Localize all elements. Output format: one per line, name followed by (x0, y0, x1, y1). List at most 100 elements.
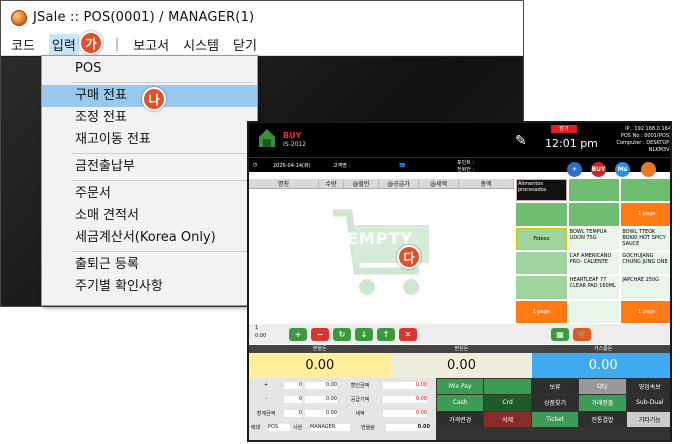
menu-divider (72, 180, 253, 181)
ms-button[interactable]: Ms (615, 162, 630, 177)
refresh-icon[interactable]: ↻ (333, 327, 351, 341)
menu-system[interactable]: 시스템 (183, 35, 219, 54)
price-change-button[interactable]: 가격변경 (437, 411, 484, 427)
product-search-button[interactable]: 상품찾기 (531, 395, 579, 411)
counter-value[interactable]: POS (268, 424, 290, 431)
receipt-button[interactable]: 가래장출 (579, 395, 626, 411)
combine-button[interactable]: 전통결합 (579, 411, 626, 427)
product-page-button[interactable]: 1 page (621, 300, 670, 323)
payment-inputs: + 0 0.00 할인금액 0.00 - 0 0.00 공급가액 0.00 할계… (249, 378, 436, 440)
staff-value[interactable]: MANAGER (310, 424, 350, 431)
move-down-icon[interactable]: ↓ (355, 327, 373, 341)
logo-buy-text: BUY (283, 131, 302, 140)
remove-item-button[interactable]: − (311, 327, 329, 341)
category-page-button[interactable]: 1 page (621, 203, 670, 226)
menu-item-cashbook[interactable]: 금전출납부 (42, 156, 257, 178)
product-heartleaf-pad[interactable]: HEARTLEAF 77 CLEAR PAD 160ML (568, 276, 620, 299)
amount-due: 받을돈 0.00 (249, 345, 391, 378)
qty-button[interactable]: Qty (579, 379, 626, 395)
hold-button[interactable]: 보류 (531, 379, 579, 395)
category-empty[interactable] (516, 203, 567, 226)
input-row: + 0 0.00 할인금액 0.00 (251, 382, 434, 389)
delete-button[interactable]: 삭제 (484, 411, 531, 427)
product-cafe-americano[interactable]: CAF AMERICANO PRO- CALIENTE (568, 252, 620, 275)
sub-dual-button[interactable]: Sub-Dual (626, 395, 670, 411)
menu-separator: | (114, 37, 120, 52)
footer-row: 매대 POS 사원 MANAGER 반올림 0.00 (251, 424, 434, 431)
menu-item-tax-invoice[interactable]: 세금계산서(Korea Only) (42, 227, 257, 249)
pen-icon[interactable]: ✎ (515, 133, 531, 149)
product-bowl-tteokbokki[interactable]: BOWL TTEOK BOKKI HOT SPICY SAUCE (621, 227, 670, 250)
category-empty[interactable] (568, 179, 620, 202)
row-qty[interactable]: 0 (284, 396, 302, 403)
menu-report[interactable]: 보고서 (133, 35, 169, 54)
calculator-icon[interactable]: ▦ (551, 327, 569, 341)
counter-label: 매대 (251, 425, 261, 431)
menu-item-periodic-checklist[interactable]: 주기별 확인사항 (42, 276, 257, 298)
qty-field[interactable]: 1 (255, 325, 258, 331)
row-amount[interactable]: 0.00 (305, 382, 337, 389)
product-grid: Alimentos procesados 1 page Fideos BOWL … (516, 179, 670, 323)
menu-code[interactable]: 코드 (11, 35, 35, 54)
add-button[interactable]: + (567, 162, 582, 177)
mix-pay-button[interactable]: Mix Pay (437, 379, 484, 395)
product-bowl-tempura-udon[interactable]: BOWL TEMPUA UDON 75G (568, 227, 620, 250)
product-empty[interactable] (568, 300, 620, 323)
rounding-label: 반올림 (361, 425, 375, 431)
product-japchae[interactable]: JAPCHAE 250G (621, 276, 670, 299)
settings-gear-icon[interactable] (641, 162, 656, 177)
change-label: 거스름돈 (532, 345, 670, 353)
col-name: 명칭 (249, 179, 319, 188)
delete-icon[interactable]: ✕ (399, 327, 417, 341)
change-value: 0.00 (588, 358, 618, 373)
ticket-button[interactable]: Ticket (531, 411, 579, 427)
menu-item-stock-transfer-slip[interactable]: 재고이동 전표 (42, 129, 257, 151)
row-qty[interactable]: 0 (284, 410, 302, 417)
category-empty[interactable] (568, 203, 620, 226)
category-empty[interactable] (621, 179, 670, 202)
item-table-empty: EMPTY 다 (249, 189, 514, 323)
category-page-button[interactable]: 1 page (516, 300, 567, 323)
row-side-label: 할인금액 (350, 383, 370, 389)
category-processed[interactable]: Alimentos procesados (516, 179, 567, 202)
rounding-value: 0.00 (386, 424, 430, 431)
menu-divider (72, 82, 253, 83)
category-empty[interactable] (516, 276, 567, 299)
terminal-info: IP : 192.168.0.164 POS No : 0001(POS) Co… (603, 126, 671, 154)
customer-label: 고객명 : (333, 163, 351, 169)
menu-item-pos[interactable]: POS (42, 58, 257, 80)
amount-due-value: 0.00 (305, 358, 335, 373)
buy-button[interactable]: BUY (591, 162, 606, 177)
credit-button[interactable]: Crd (484, 395, 531, 411)
add-item-button[interactable]: + (289, 327, 307, 341)
amount-received-label: 받은돈 (390, 345, 533, 353)
menu-item-retail-quote[interactable]: 소매 견적서 (42, 205, 257, 227)
other-functions-button[interactable]: 기타기능 (626, 411, 670, 427)
row-amount[interactable]: 0.00 (305, 396, 337, 403)
product-gochujang[interactable]: GOCHUJANG CHUNG JUNG ONE (621, 252, 670, 275)
row-label: - (265, 396, 267, 402)
cart-icon[interactable]: 🛒 (573, 327, 591, 341)
move-up-icon[interactable]: ↑ (377, 327, 395, 341)
close-button[interactable]: 닫기 (551, 125, 577, 133)
amount-field[interactable]: 0.00 (255, 333, 266, 339)
category-empty[interactable] (516, 252, 567, 275)
menu-item-order[interactable]: 주문서 (42, 183, 257, 205)
purchase-header: BUY IS-2012 ✎ 닫기 12:01 pm IP : 192.168.0… (249, 123, 670, 157)
row-side-value: 0.00 (383, 396, 427, 403)
pad-blank[interactable] (484, 379, 531, 395)
row-amount[interactable]: 0.00 (305, 410, 337, 417)
cash-button[interactable]: Cash (437, 395, 484, 411)
menu-item-attendance[interactable]: 출퇴근 등록 (42, 254, 257, 276)
annotation-badge-ga: 가 (79, 31, 103, 55)
row-qty[interactable]: 0 (284, 382, 302, 389)
row-label: 할계금액 (256, 411, 276, 417)
menu-close[interactable]: 닫기 (233, 35, 257, 54)
sales-report-button[interactable]: 영업속보 (626, 379, 670, 395)
category-fideos[interactable]: Fideos (516, 227, 567, 250)
phone-label: 전화번 : (457, 167, 475, 173)
menu-input[interactable]: 입력 (48, 34, 79, 55)
annotation-badge-na: 나 (142, 87, 166, 111)
customer-bar: ◷ 2026-04-14(화) 고객명 : 👥 포인트 : 전화번 : + BU… (249, 157, 670, 177)
menu-divider (72, 153, 253, 154)
